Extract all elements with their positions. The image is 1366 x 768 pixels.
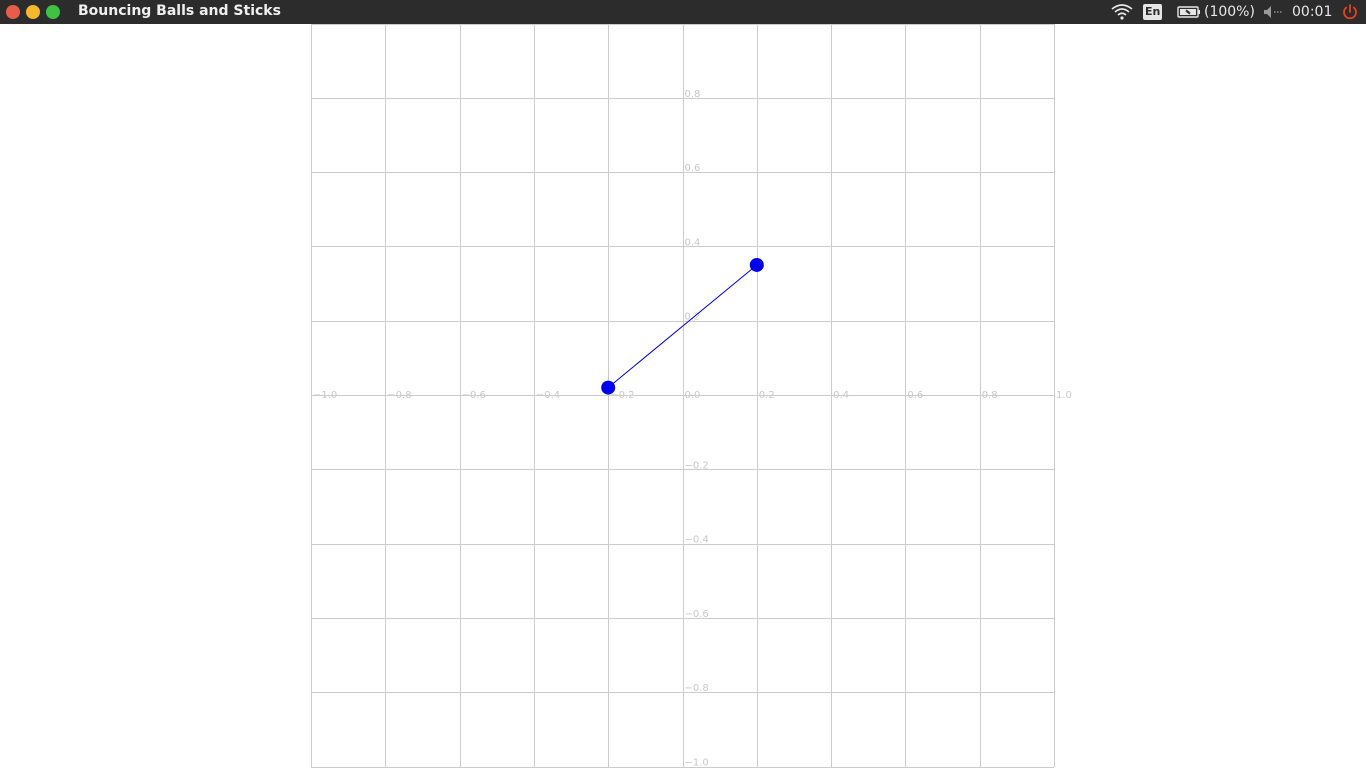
ball <box>749 257 764 272</box>
x-tick-label: 1.0 <box>1056 390 1072 401</box>
x-tick-label: −0.4 <box>536 390 560 401</box>
top-panel: Bouncing Balls and Sticks En (100%) 00:0… <box>0 0 1366 24</box>
battery-percentage: (100%) <box>1204 4 1255 20</box>
close-icon[interactable] <box>6 5 20 19</box>
y-tick-label: −1.0 <box>685 758 709 768</box>
x-tick-label: −0.8 <box>387 390 411 401</box>
wifi-icon[interactable] <box>1111 0 1133 24</box>
sticks <box>607 264 758 388</box>
grid <box>311 24 1055 768</box>
battery-icon[interactable] <box>1177 0 1201 24</box>
x-tick-label: 0.2 <box>759 390 775 401</box>
x-tick-label: 0.6 <box>907 390 923 401</box>
y-tick-label: 0.6 <box>685 163 701 174</box>
keyboard-language-indicator[interactable]: En <box>1143 0 1163 24</box>
volume-muted-icon[interactable] <box>1262 0 1284 24</box>
power-icon[interactable] <box>1341 0 1359 24</box>
ball <box>601 380 616 395</box>
maximize-icon[interactable] <box>46 5 60 19</box>
x-tick-label: 0.0 <box>685 390 701 401</box>
x-tick-label: 0.4 <box>833 390 849 401</box>
x-tick-label: −1.0 <box>313 390 337 401</box>
y-tick-label: −0.6 <box>685 609 709 620</box>
simulation-canvas[interactable]: −1.0 −0.8 −0.6 −0.4 −0.2 0.0 0.2 0.4 0.6 0.8 1.0 0.… <box>0 24 1366 768</box>
minimize-icon[interactable] <box>26 5 40 19</box>
stick <box>607 264 758 388</box>
y-tick-label: 0.4 <box>685 237 701 248</box>
y-tick-label: −0.4 <box>685 535 709 546</box>
y-tick-label: 0.8 <box>685 89 701 100</box>
y-tick-label: −0.8 <box>685 683 709 694</box>
window-title: Bouncing Balls and Sticks <box>78 3 281 19</box>
x-tick-label: 0.8 <box>982 390 998 401</box>
clock[interactable]: 00:01 <box>1292 0 1332 24</box>
y-tick-label: −0.2 <box>685 460 709 471</box>
language-label: En <box>1143 4 1163 20</box>
x-tick-label: −0.6 <box>462 390 486 401</box>
axis-tick-labels: −1.0 −0.8 −0.6 −0.4 −0.2 0.0 0.2 0.4 0.6 0.8 1.0 0.… <box>313 89 1072 768</box>
